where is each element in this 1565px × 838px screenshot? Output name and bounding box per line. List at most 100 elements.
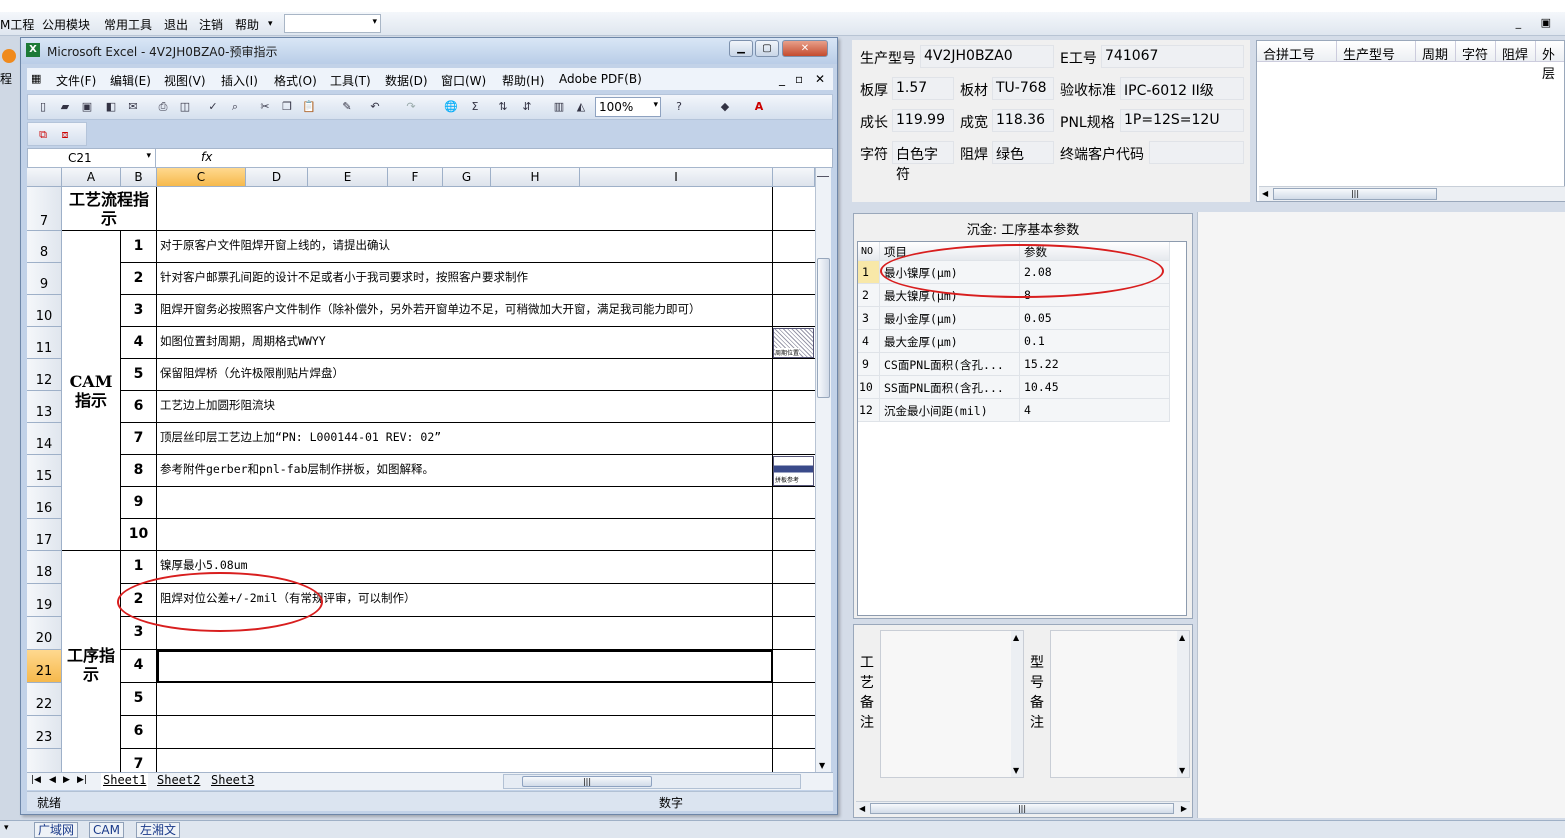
proc-item-text[interactable] xyxy=(157,617,773,650)
proc-item-number[interactable]: 3 xyxy=(121,617,157,650)
group-cam[interactable]: CAM指示 xyxy=(62,231,121,551)
product-model-field[interactable]: 4V2JH0BZA0 xyxy=(920,45,1054,68)
param-row-value[interactable]: 10.45 xyxy=(1020,376,1170,399)
proc-item-text[interactable] xyxy=(157,749,773,772)
formula-input[interactable] xyxy=(218,149,832,167)
taskbar-wan[interactable]: 广域网 xyxy=(34,822,79,838)
cam-item-number[interactable]: 7 xyxy=(121,423,157,455)
list-header-model[interactable]: 生产型号 xyxy=(1337,41,1416,63)
autosum-icon[interactable]: Σ xyxy=(468,100,482,114)
silk-field[interactable]: 白色字符 xyxy=(892,141,954,183)
row-header-8[interactable]: 8 xyxy=(27,231,62,263)
active-cell-c21[interactable] xyxy=(157,650,773,683)
proc-item-number[interactable]: 6 xyxy=(121,716,157,749)
cell-j[interactable] xyxy=(773,391,815,423)
mask-field[interactable]: 绿色 xyxy=(992,141,1054,164)
param-row-item[interactable]: 最小金厚(μm) xyxy=(880,307,1020,330)
menu-adobe-pdf[interactable]: Adobe PDF(B) xyxy=(559,72,642,86)
cell-c7[interactable] xyxy=(157,187,773,231)
cell-j[interactable] xyxy=(773,295,815,327)
host-menu-help[interactable]: 帮助 xyxy=(235,16,259,33)
column-header-b[interactable]: B xyxy=(121,168,157,187)
host-toolbar-combo[interactable]: ▾ xyxy=(284,14,381,33)
scroll-down-icon[interactable]: ▼ xyxy=(1179,766,1185,775)
param-row-no[interactable]: 1 xyxy=(858,261,880,284)
doc-minimize-button[interactable]: _ xyxy=(779,72,785,86)
cam-item-text[interactable]: 顶层丝印层工艺边上加“PN: L000144-01 REV: 02” xyxy=(157,423,773,455)
param-header-item[interactable]: 项目 xyxy=(880,242,1020,261)
close-button[interactable]: ✕ xyxy=(782,40,828,57)
name-box[interactable]: C21 ▾ xyxy=(28,149,156,167)
cam-item-number[interactable]: 10 xyxy=(121,519,157,551)
process-remarks-box[interactable]: ▲ ▼ xyxy=(880,630,1024,778)
doc-close-button[interactable]: ✕ xyxy=(815,72,825,86)
taskbar-cam[interactable]: CAM xyxy=(89,822,124,838)
cam-item-text[interactable]: 如图位置封周期，周期格式WWYY xyxy=(157,327,773,359)
material-field[interactable]: TU-768 xyxy=(992,77,1054,100)
column-header-d[interactable]: D xyxy=(246,168,308,187)
period-position-thumbnail[interactable]: 周期位置 xyxy=(773,328,814,358)
remarks-horizontal-scrollbar[interactable]: ◀ ||| ▶ xyxy=(856,801,1190,815)
param-row-item[interactable]: 最大镍厚(μm) xyxy=(880,284,1020,307)
param-row-item[interactable]: CS面PNL面积(含孔... xyxy=(880,353,1020,376)
row-header-20[interactable]: 20 xyxy=(27,617,62,650)
vertical-scrollbar[interactable]: ▼ xyxy=(815,168,831,772)
function-icon[interactable]: fx xyxy=(201,150,212,164)
host-menu-logout[interactable]: 注销 xyxy=(199,16,223,33)
proc-item-text[interactable] xyxy=(157,683,773,716)
host-menu-public-modules[interactable]: 公用模块 xyxy=(42,16,90,33)
open-folder-icon[interactable]: ▰ xyxy=(58,100,72,114)
permission-icon[interactable]: ◧ xyxy=(104,100,118,114)
spelling-icon[interactable]: ✓ xyxy=(206,100,220,114)
last-sheet-icon[interactable]: ▶| xyxy=(77,775,87,785)
list-scroll-thumb[interactable]: ||| xyxy=(1273,188,1437,200)
menu-data[interactable]: 数据(D) xyxy=(385,72,428,89)
proc-item-number[interactable]: 5 xyxy=(121,683,157,716)
cam-item-number[interactable]: 2 xyxy=(121,263,157,295)
prev-sheet-icon[interactable]: ◀ xyxy=(49,775,56,785)
scroll-right-icon[interactable]: ▶ xyxy=(1181,804,1187,813)
list-header-outer[interactable]: 外层 xyxy=(1536,41,1564,82)
param-row-no[interactable]: 10 xyxy=(858,376,880,399)
group-process-flow[interactable]: 工艺流程指示 xyxy=(62,187,157,231)
row-header-11[interactable]: 11 xyxy=(27,327,62,359)
zoom-select[interactable]: 100% ▾ xyxy=(595,97,661,117)
param-row-value[interactable]: 8 xyxy=(1020,284,1170,307)
cam-item-number[interactable]: 4 xyxy=(121,327,157,359)
worksheet-grid[interactable]: A B C D E F G H I 7 8 9 10 11 12 13 14 1… xyxy=(27,168,815,772)
split-handle-icon[interactable] xyxy=(817,176,829,180)
paste-icon[interactable]: 📋 xyxy=(302,100,316,114)
thickness-field[interactable]: 1.57 xyxy=(892,77,954,100)
column-header-a[interactable]: A xyxy=(62,168,121,187)
row-header-13[interactable]: 13 xyxy=(27,391,62,423)
param-row-value[interactable]: 15.22 xyxy=(1020,353,1170,376)
list-header-silk[interactable]: 字符 xyxy=(1456,41,1496,63)
host-menu-engineering[interactable]: M工程 xyxy=(0,16,34,33)
host-menu-common-tools[interactable]: 常用工具 xyxy=(104,16,152,33)
cam-item-number[interactable]: 9 xyxy=(121,487,157,519)
research-icon[interactable]: ⌕ xyxy=(228,100,242,114)
vertical-scroll-thumb[interactable] xyxy=(817,258,830,398)
cam-item-text[interactable]: 针对客户邮票孔间距的设计不足或者小于我司要求时，按照客户要求制作 xyxy=(157,263,773,295)
column-header-i[interactable]: I xyxy=(580,168,773,187)
menu-view[interactable]: 视图(V) xyxy=(164,72,206,89)
cell-j[interactable] xyxy=(773,423,815,455)
cam-item-text[interactable]: 阻焊开窗务必按照客户文件制作（除补偿外，另外若开窗单边不足，可稍微加大开窗，满足… xyxy=(157,295,773,327)
cell-j[interactable] xyxy=(773,231,815,263)
first-sheet-icon[interactable]: |◀ xyxy=(31,775,41,785)
remarks-scroll-thumb[interactable]: ||| xyxy=(870,803,1174,814)
menu-file[interactable]: 文件(F) xyxy=(56,72,96,89)
next-sheet-icon[interactable]: ▶ xyxy=(63,775,70,785)
merge-list-panel[interactable]: 合拼工号 生产型号 周期 字符 阻焊 外层 ◀ ||| xyxy=(1256,40,1565,202)
format-painter-icon[interactable]: ✎ xyxy=(340,100,354,114)
column-header-j[interactable] xyxy=(773,168,815,187)
convert-pdf-icon[interactable]: ⧉ xyxy=(36,128,50,142)
scroll-up-icon[interactable]: ▲ xyxy=(1013,633,1019,642)
row-header-22[interactable]: 22 xyxy=(27,683,62,716)
new-icon[interactable]: ▯ xyxy=(36,100,50,114)
cell-j[interactable] xyxy=(773,359,815,391)
cam-item-text[interactable]: 对于原客户文件阻焊开窗上线的，请提出确认 xyxy=(157,231,773,263)
param-row-item[interactable]: 最大金厚(μm) xyxy=(880,330,1020,353)
scroll-down-icon[interactable]: ▼ xyxy=(1013,766,1019,775)
row-header-18[interactable]: 18 xyxy=(27,551,62,584)
